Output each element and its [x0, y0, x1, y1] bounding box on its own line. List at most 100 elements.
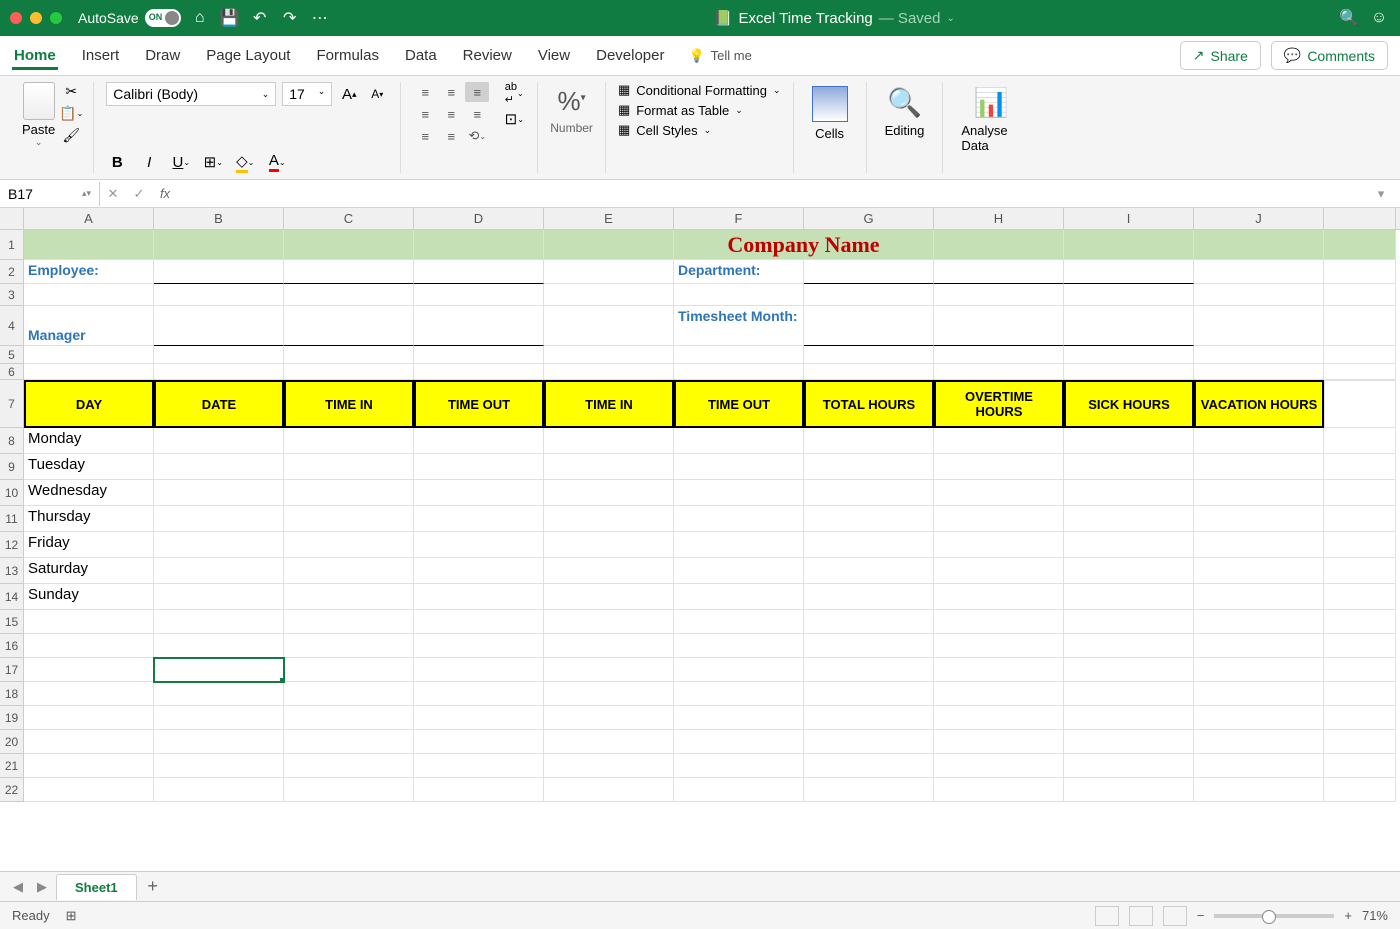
cell[interactable] — [674, 730, 804, 754]
cell[interactable] — [414, 364, 544, 380]
cell[interactable] — [544, 706, 674, 730]
cell[interactable] — [284, 658, 414, 682]
cell[interactable] — [154, 428, 284, 454]
cell[interactable] — [1324, 284, 1396, 306]
analyse-data-button[interactable]: 📊 Analyse Data — [955, 82, 1027, 157]
cell[interactable] — [544, 284, 674, 306]
cell[interactable] — [414, 558, 544, 584]
cell[interactable] — [1064, 754, 1194, 778]
cell[interactable] — [544, 480, 674, 506]
autosave-toggle[interactable]: AutoSave ON — [78, 9, 181, 27]
row-header[interactable]: 4 — [0, 306, 24, 346]
cell[interactable] — [934, 454, 1064, 480]
cell[interactable] — [1194, 260, 1324, 284]
number-format-icon[interactable]: %▾ — [550, 86, 593, 117]
cell[interactable] — [804, 480, 934, 506]
cell[interactable] — [804, 454, 934, 480]
cell[interactable] — [674, 610, 804, 634]
tell-me[interactable]: 💡 Tell me — [688, 48, 751, 64]
row-header[interactable]: 13 — [0, 558, 24, 584]
cell[interactable] — [674, 682, 804, 706]
cell[interactable] — [544, 730, 674, 754]
cell[interactable] — [1324, 658, 1396, 682]
cell[interactable] — [544, 584, 674, 610]
tab-draw[interactable]: Draw — [143, 41, 182, 70]
timesheet-month-label[interactable]: Timesheet Month: — [674, 306, 804, 346]
cut-icon[interactable]: ✂ — [61, 82, 81, 100]
tab-view[interactable]: View — [536, 41, 572, 70]
cancel-formula-icon[interactable]: ✕ — [100, 186, 126, 202]
cell[interactable] — [674, 778, 804, 802]
cell[interactable] — [414, 506, 544, 532]
emoji-icon[interactable]: ☺ — [1368, 7, 1390, 29]
col-header[interactable]: G — [804, 208, 934, 229]
cell[interactable] — [934, 532, 1064, 558]
cell[interactable] — [934, 346, 1064, 364]
cell[interactable] — [1064, 230, 1194, 260]
cell[interactable] — [1064, 454, 1194, 480]
cell[interactable] — [284, 682, 414, 706]
cell[interactable] — [1064, 558, 1194, 584]
cell[interactable] — [1324, 706, 1396, 730]
cell[interactable] — [1324, 364, 1396, 380]
cell[interactable] — [414, 260, 544, 284]
merge-button[interactable]: ⊡⌄ — [503, 108, 525, 130]
cell[interactable] — [1194, 706, 1324, 730]
cell[interactable] — [1064, 658, 1194, 682]
cell[interactable] — [804, 346, 934, 364]
cell[interactable] — [284, 506, 414, 532]
cell[interactable] — [1194, 532, 1324, 558]
cell[interactable] — [1194, 584, 1324, 610]
manager-label[interactable]: Manager — [24, 306, 154, 346]
decrease-indent-icon[interactable]: ≡ — [413, 126, 437, 146]
cell[interactable] — [934, 284, 1064, 306]
day-cell[interactable]: Monday — [24, 428, 154, 454]
zoom-label[interactable]: 71% — [1362, 908, 1388, 923]
cell[interactable] — [1324, 230, 1396, 260]
cell[interactable] — [1194, 682, 1324, 706]
cell[interactable] — [24, 730, 154, 754]
cell[interactable] — [674, 346, 804, 364]
row-header[interactable]: 11 — [0, 506, 24, 532]
select-all-corner[interactable] — [0, 208, 24, 229]
cell[interactable] — [154, 306, 284, 346]
orientation-icon[interactable]: ⟲⌄ — [465, 126, 489, 146]
more-icon[interactable]: ⋯ — [309, 7, 331, 29]
cell[interactable] — [414, 706, 544, 730]
cell[interactable] — [804, 778, 934, 802]
editing-button[interactable]: 🔍 Editing — [879, 82, 931, 142]
bold-button[interactable]: B — [106, 151, 128, 173]
font-size-select[interactable]: 17⌄ — [282, 82, 332, 106]
cell[interactable] — [154, 506, 284, 532]
row-header[interactable]: 18 — [0, 682, 24, 706]
cell[interactable] — [804, 284, 934, 306]
cell[interactable] — [1324, 584, 1396, 610]
cell[interactable] — [154, 558, 284, 584]
row-header[interactable]: 1 — [0, 230, 24, 260]
align-right-icon[interactable]: ≡ — [465, 104, 489, 124]
day-cell[interactable]: Tuesday — [24, 454, 154, 480]
cell[interactable] — [284, 346, 414, 364]
cell[interactable] — [1064, 584, 1194, 610]
row-header[interactable]: 19 — [0, 706, 24, 730]
cell[interactable] — [24, 230, 154, 260]
cell[interactable] — [1064, 506, 1194, 532]
cell[interactable] — [804, 428, 934, 454]
cell[interactable] — [284, 364, 414, 380]
minimize-window-icon[interactable] — [30, 12, 42, 24]
align-left-icon[interactable]: ≡ — [413, 104, 437, 124]
cell[interactable] — [1194, 284, 1324, 306]
cell[interactable] — [24, 658, 154, 682]
cell[interactable] — [1194, 506, 1324, 532]
cell[interactable] — [414, 634, 544, 658]
cell[interactable] — [284, 480, 414, 506]
cell[interactable] — [284, 428, 414, 454]
cell[interactable] — [1194, 730, 1324, 754]
cell[interactable] — [414, 658, 544, 682]
fx-icon[interactable]: fx — [152, 186, 178, 201]
home-icon[interactable]: ⌂ — [189, 7, 211, 29]
cell[interactable] — [284, 634, 414, 658]
cell[interactable] — [24, 706, 154, 730]
cell[interactable] — [1064, 260, 1194, 284]
cell[interactable] — [284, 454, 414, 480]
